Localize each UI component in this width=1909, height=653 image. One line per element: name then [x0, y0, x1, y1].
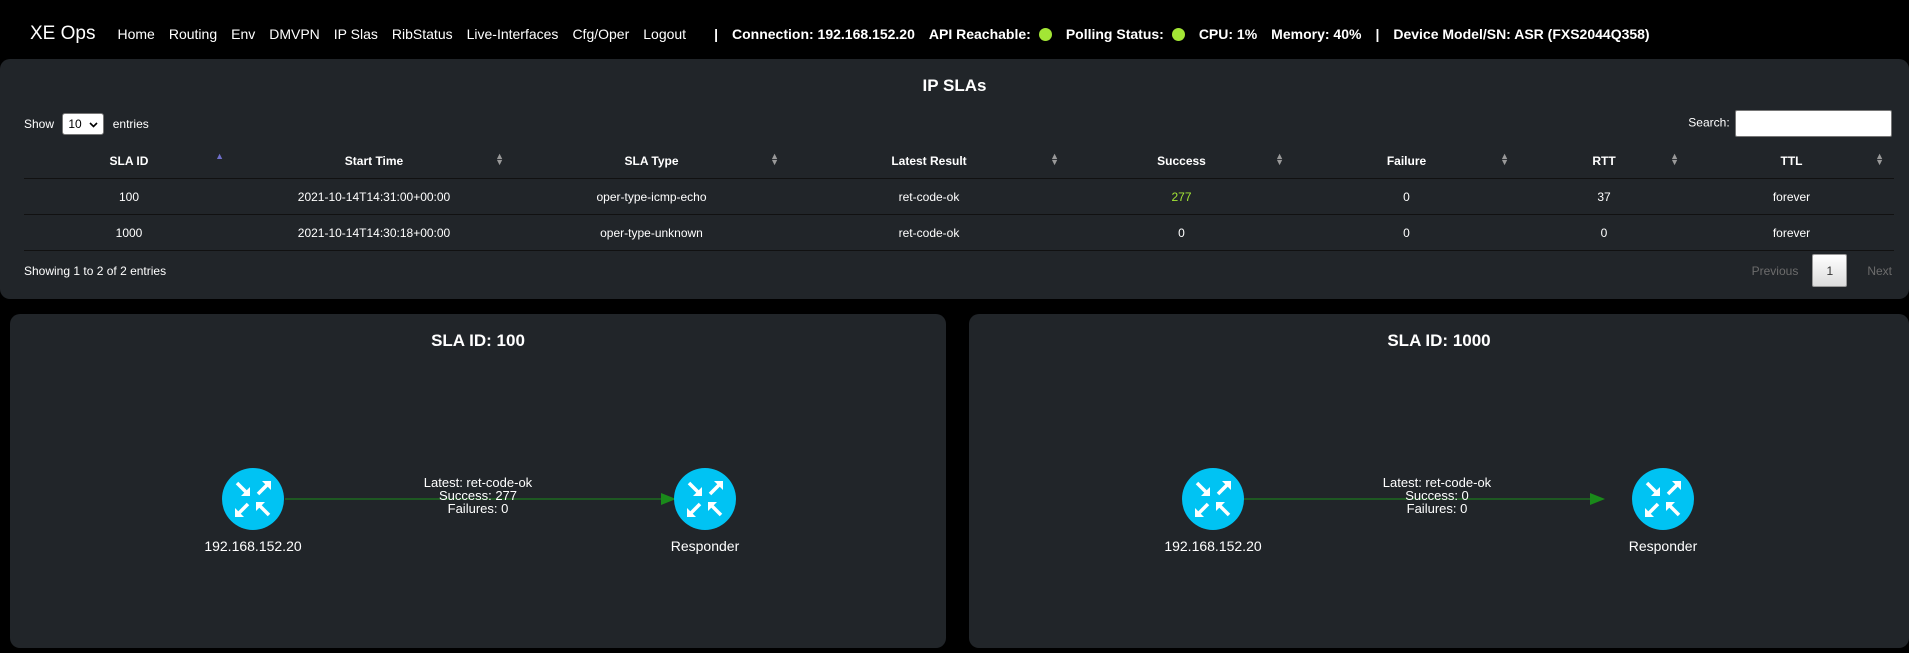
cell-start-time: 2021-10-14T14:31:00+00:00	[234, 178, 514, 215]
sort-icon: ▲ ▼	[1670, 151, 1679, 167]
cell-rtt: 0	[1519, 214, 1689, 251]
sla-diagram-card-1000: SLA ID: 1000 192.168.152.20 Responder La…	[969, 314, 1909, 648]
table-controls: Show 10 entries Search:	[24, 110, 1892, 137]
connection-status: Connection: 192.168.152.20	[732, 26, 915, 42]
cell-sla-type: oper-type-unknown	[514, 214, 789, 251]
api-reachable-status: API Reachable:	[929, 26, 1052, 42]
cpu-status: CPU: 1%	[1198, 26, 1258, 42]
nav-home[interactable]: Home	[117, 26, 154, 42]
sla-diagram-canvas[interactable]: 192.168.152.20 Responder Latest: ret-cod…	[969, 314, 1909, 648]
cell-failure: 0	[1294, 178, 1519, 215]
column-header-start-time[interactable]: Start Time ▲ ▼	[234, 144, 514, 179]
nav-env[interactable]: Env	[231, 26, 255, 42]
cell-ttl: forever	[1689, 178, 1894, 215]
column-header-ttl[interactable]: TTL ▲ ▼	[1689, 144, 1894, 179]
pagination: Previous 1 Next	[1752, 254, 1892, 287]
search-control: Search:	[1688, 110, 1892, 137]
column-header-sla-id[interactable]: SLA ID ▲	[24, 144, 234, 179]
column-header-latest-result[interactable]: Latest Result ▲ ▼	[789, 144, 1069, 179]
sort-icon: ▲ ▼	[1050, 151, 1059, 167]
entries-length-select[interactable]: 10	[62, 112, 105, 135]
entries-length-value: 10	[68, 116, 82, 131]
router-icon[interactable]	[1632, 468, 1694, 530]
column-header-sla-type[interactable]: SLA Type ▲ ▼	[514, 144, 789, 179]
router-icon[interactable]	[222, 468, 284, 530]
top-navbar: XE Ops Home Routing Env DMVPN IP Slas Ri…	[0, 0, 1909, 68]
device-model-status: Device Model/SN: ASR (FXS2044Q358)	[1393, 26, 1650, 42]
router-icon[interactable]	[1182, 468, 1244, 530]
nav-routing[interactable]: Routing	[169, 26, 217, 42]
nav-ip-slas[interactable]: IP Slas	[334, 26, 378, 42]
cell-sla-id: 1000	[24, 214, 234, 251]
table-title: IP SLAs	[922, 76, 987, 95]
column-header-success[interactable]: Success ▲ ▼	[1069, 144, 1294, 179]
length-control: Show 10 entries	[24, 112, 149, 135]
brand-logo[interactable]: XE Ops	[30, 23, 95, 45]
cell-latest-result: ret-code-ok	[789, 214, 1069, 251]
cell-success: 277	[1069, 178, 1294, 215]
navbar-separator: |	[714, 26, 718, 42]
page-1-button[interactable]: 1	[1812, 254, 1848, 287]
memory-status: Memory: 40%	[1271, 26, 1362, 42]
link-failures-label: Failures: 0	[1407, 501, 1468, 516]
table-footer: Showing 1 to 2 of 2 entries Previous 1 N…	[24, 254, 1892, 287]
previous-page-button[interactable]: Previous	[1752, 264, 1799, 278]
table-header-row: SLA ID ▲ Start Time ▲ ▼ SLA Type ▲ ▼ Latest R…	[24, 144, 1894, 179]
cell-rtt: 37	[1519, 178, 1689, 215]
sort-icon: ▲ ▼	[1875, 151, 1884, 167]
arrow-head-icon	[661, 493, 676, 505]
polling-status-indicator-icon	[1171, 27, 1185, 41]
api-reachable-indicator-icon	[1038, 27, 1052, 41]
nav-dmvpn[interactable]: DMVPN	[269, 26, 320, 42]
api-reachable-label: API Reachable:	[928, 26, 1031, 42]
cell-start-time: 2021-10-14T14:30:18+00:00	[234, 214, 514, 251]
navbar-separator: |	[1375, 26, 1380, 42]
sort-icon: ▲ ▼	[1275, 151, 1284, 167]
cell-sla-type: oper-type-icmp-echo	[514, 178, 789, 215]
cell-success: 0	[1069, 214, 1294, 251]
sort-icon: ▲ ▼	[1500, 151, 1509, 167]
table-info: Showing 1 to 2 of 2 entries	[24, 263, 167, 278]
link-failures-label: Failures: 0	[448, 501, 509, 516]
nav-cfg-oper[interactable]: Cfg/Oper	[572, 26, 629, 42]
sort-asc-icon: ▲	[215, 151, 224, 161]
arrow-head-icon	[1590, 493, 1605, 505]
sla-diagram-card-100: SLA ID: 100 192.168.152.20 Responder Lat…	[10, 314, 946, 648]
cell-latest-result: ret-code-ok	[789, 178, 1069, 215]
target-node-label: Responder	[671, 538, 740, 554]
source-node-label: 192.168.152.20	[1164, 538, 1262, 554]
chevron-down-icon	[89, 117, 98, 131]
entries-label: entries	[112, 116, 149, 131]
cell-ttl: forever	[1689, 214, 1894, 251]
table-row: 100 2021-10-14T14:31:00+00:00 oper-type-…	[24, 178, 1894, 215]
show-label: Show	[24, 116, 55, 131]
table-row: 1000 2021-10-14T14:30:18+00:00 oper-type…	[24, 214, 1894, 251]
column-header-failure[interactable]: Failure ▲ ▼	[1294, 144, 1519, 179]
router-icon[interactable]	[674, 468, 736, 530]
target-node-label: Responder	[1629, 538, 1698, 554]
polling-status: Polling Status:	[1066, 26, 1185, 42]
search-input[interactable]	[1735, 110, 1892, 137]
cell-failure: 0	[1294, 214, 1519, 251]
nav-logout[interactable]: Logout	[643, 26, 686, 42]
source-node-label: 192.168.152.20	[204, 538, 302, 554]
nav-ribstatus[interactable]: RibStatus	[392, 26, 453, 42]
cell-sla-id: 100	[24, 178, 234, 215]
sla-diagram-canvas[interactable]: 192.168.152.20 Responder Latest: ret-cod…	[10, 314, 946, 648]
sort-icon: ▲ ▼	[770, 151, 779, 167]
sort-icon: ▲ ▼	[495, 151, 504, 167]
nav-live-interfaces[interactable]: Live-Interfaces	[467, 26, 559, 42]
next-page-button[interactable]: Next	[1867, 264, 1892, 278]
polling-status-label: Polling Status:	[1065, 26, 1164, 42]
column-header-rtt[interactable]: RTT ▲ ▼	[1519, 144, 1689, 179]
search-label: Search:	[1688, 115, 1730, 130]
sla-table: SLA ID ▲ Start Time ▲ ▼ SLA Type ▲ ▼ Latest R…	[24, 144, 1894, 251]
